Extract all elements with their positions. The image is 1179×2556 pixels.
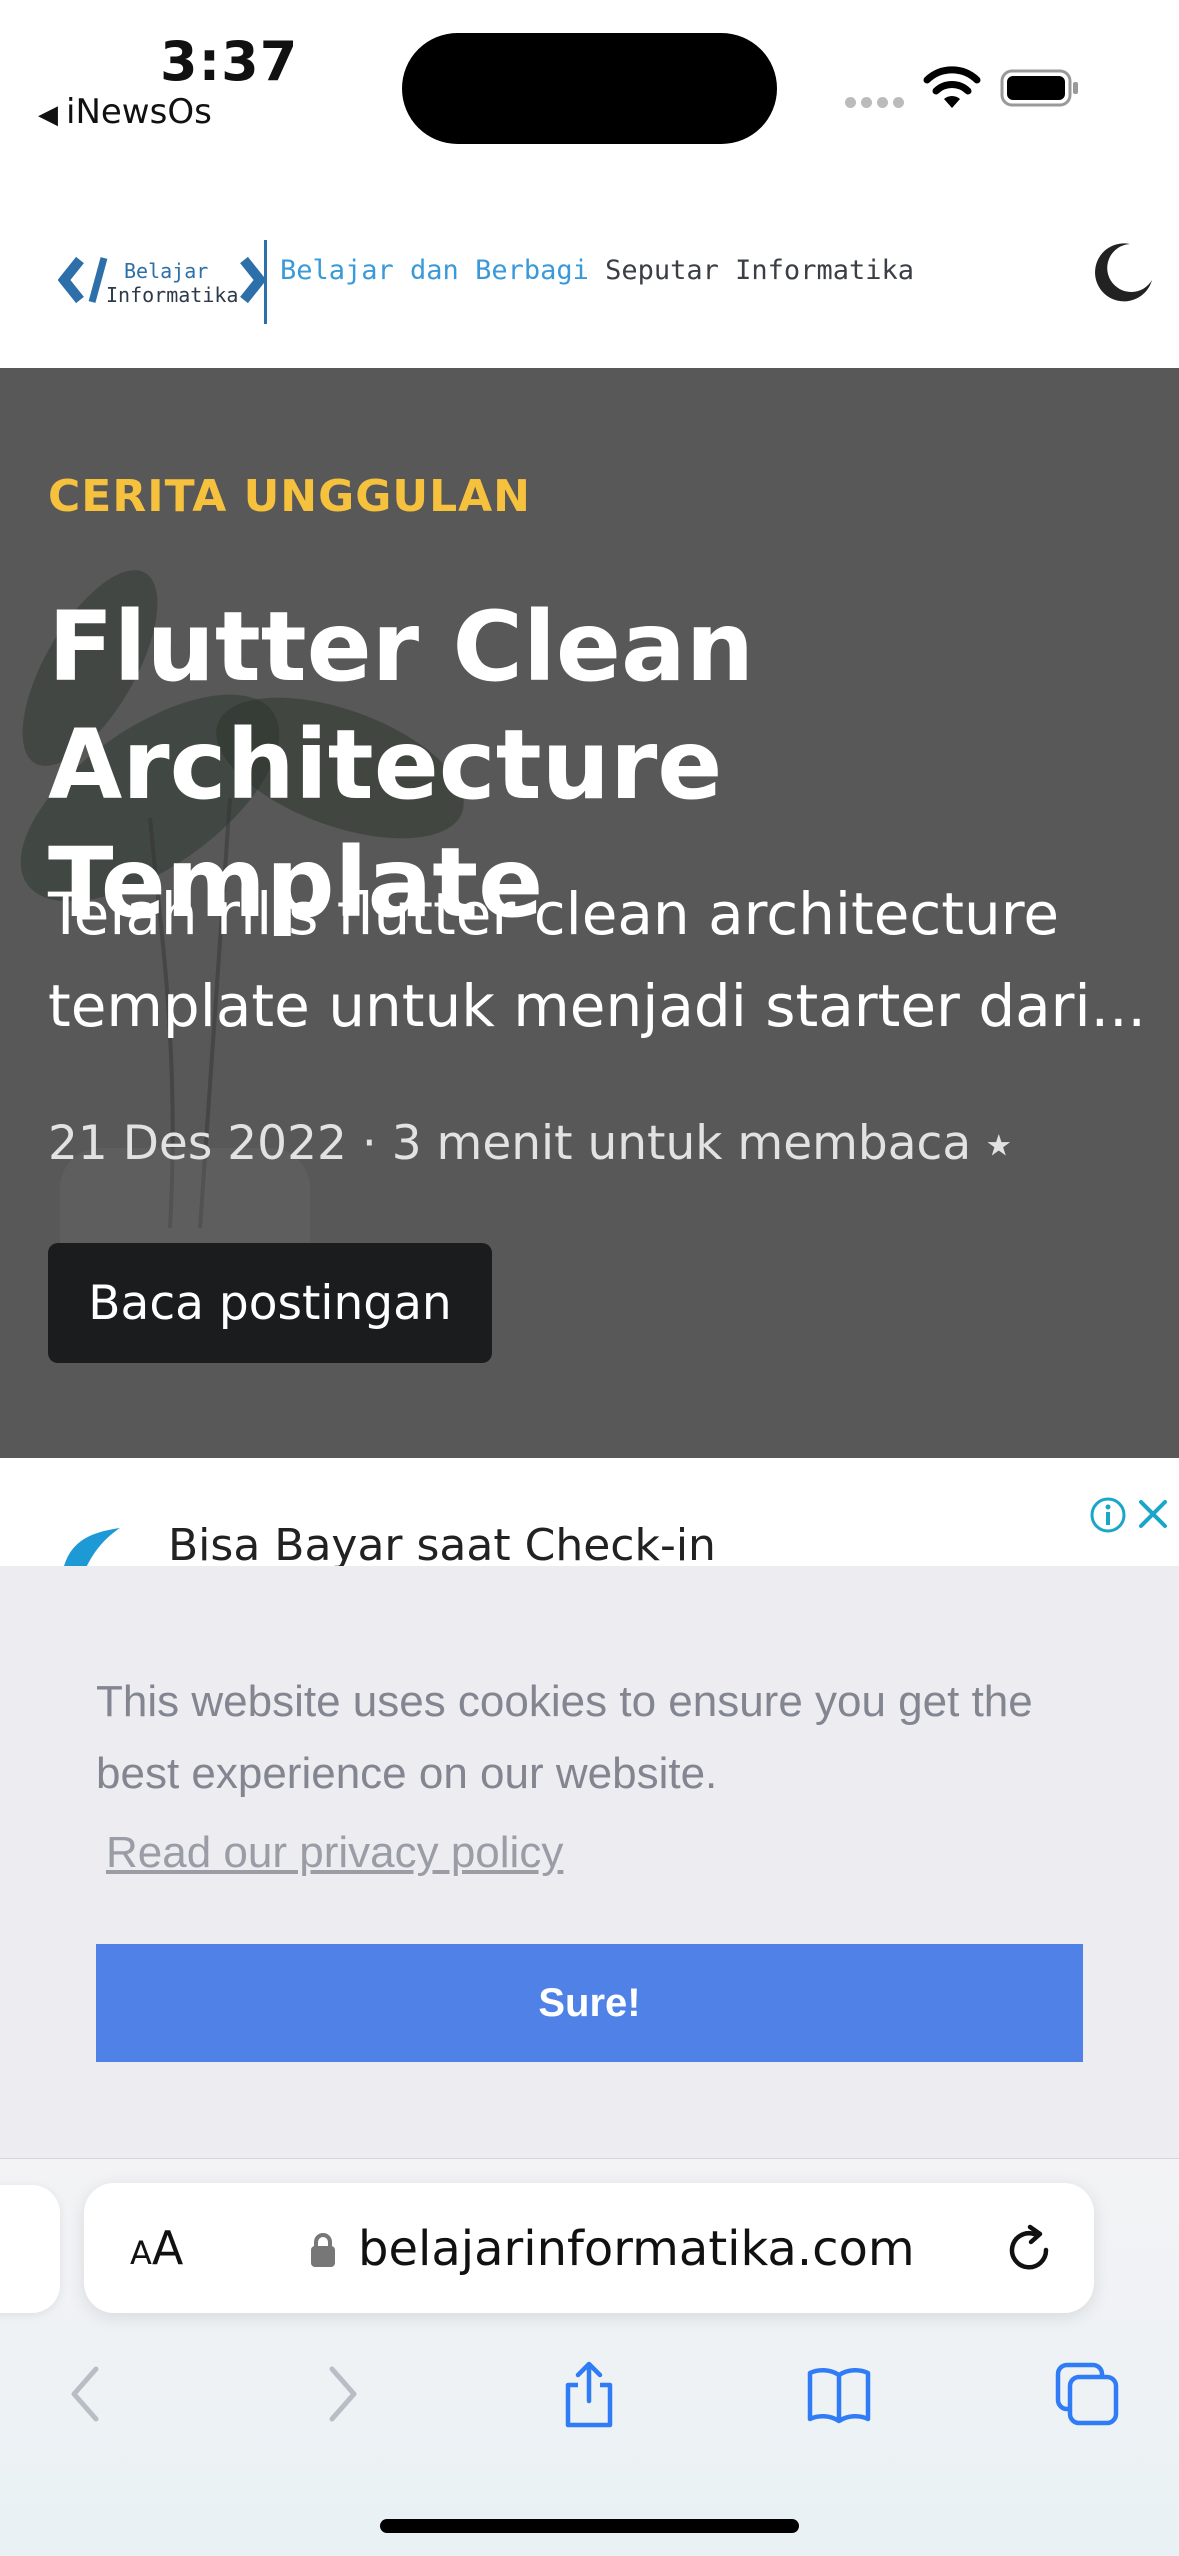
reload-icon[interactable] xyxy=(1002,2223,1056,2277)
cellular-signal-icon xyxy=(845,95,909,113)
browser-toolbar: AA belajarinformatika.com xyxy=(0,2158,1179,2556)
address-bar[interactable]: AA belajarinformatika.com xyxy=(84,2183,1094,2313)
home-indicator[interactable] xyxy=(380,2519,799,2533)
tagline-part1: Belajar dan Berbagi xyxy=(280,255,589,286)
hero-excerpt: Telah rilis flutter clean architecture t… xyxy=(48,880,1146,1040)
previous-tab-peek[interactable] xyxy=(0,2185,60,2313)
moon-icon[interactable] xyxy=(1090,240,1154,304)
privacy-policy-link[interactable]: Read our privacy policy xyxy=(106,1828,563,1878)
back-icon[interactable] xyxy=(52,2359,122,2429)
back-app-label: iNewsOs xyxy=(66,92,212,132)
ad-brand-logo xyxy=(64,1528,120,1566)
hero-meta: 21 Des 2022 · 3 menit untuk membaca ⭑ xyxy=(48,1116,1012,1171)
cookie-accept-button[interactable]: Sure! xyxy=(96,1944,1083,2062)
site-header: Belajar Informatika Belajar dan Berbagi … xyxy=(0,200,1179,368)
forward-icon[interactable] xyxy=(306,2359,376,2429)
back-triangle-icon: ◀ xyxy=(38,100,58,130)
dynamic-island xyxy=(402,33,777,144)
site-logo[interactable]: Belajar Informatika xyxy=(58,230,278,330)
url-text[interactable]: belajarinformatika.com xyxy=(358,2221,915,2277)
ad-info-icon[interactable] xyxy=(1089,1496,1127,1534)
wifi-icon xyxy=(923,66,981,108)
battery-icon xyxy=(1000,69,1078,107)
site-tagline: Belajar dan Berbagi Seputar Informatika xyxy=(280,255,914,286)
cookie-message: This website uses cookies to ensure you … xyxy=(96,1677,1033,1798)
share-icon[interactable] xyxy=(554,2359,624,2429)
ad-banner[interactable]: Bisa Bayar saat Check-in xyxy=(0,1458,1179,1566)
featured-story-hero: CERITA UNGGULAN Flutter Clean Architectu… xyxy=(0,368,1179,1458)
back-to-app-link[interactable]: ◀ iNewsOs xyxy=(38,92,212,132)
tagline-part2: Seputar Informatika xyxy=(605,255,914,286)
lock-icon xyxy=(311,2233,335,2267)
cookie-consent-banner: This website uses cookies to ensure you … xyxy=(0,1566,1179,2158)
ad-close-icon[interactable] xyxy=(1135,1496,1171,1532)
status-time: 3:37 xyxy=(160,30,299,93)
hero-category-label: CERITA UNGGULAN xyxy=(48,471,531,522)
status-bar: 3:37 ◀ iNewsOs xyxy=(0,0,1179,150)
text-size-button[interactable]: AA xyxy=(130,2221,183,2275)
logo-text-line2: Informatika xyxy=(106,283,238,307)
bookmarks-icon[interactable] xyxy=(804,2359,874,2429)
logo-text-line1: Belajar xyxy=(124,259,208,283)
tabs-icon[interactable] xyxy=(1052,2359,1122,2429)
read-post-button[interactable]: Baca postingan xyxy=(48,1243,492,1363)
ad-text[interactable]: Bisa Bayar saat Check-in xyxy=(168,1520,716,1566)
